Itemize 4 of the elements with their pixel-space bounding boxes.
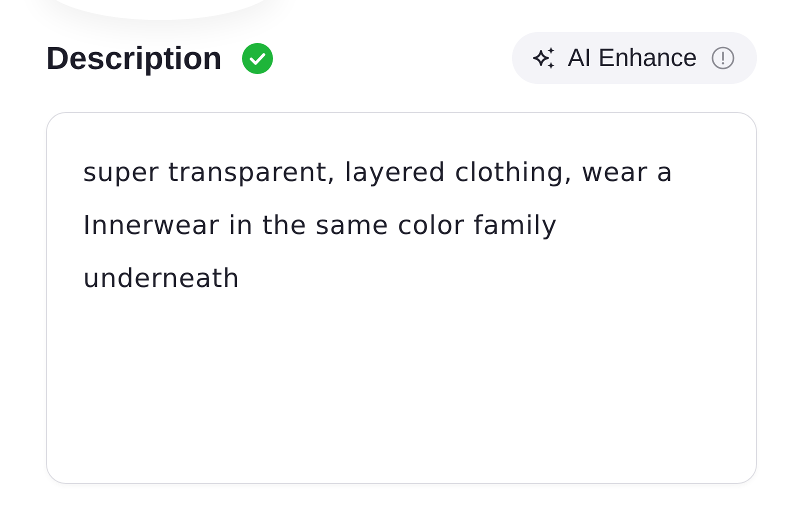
info-icon[interactable] xyxy=(711,46,735,70)
ai-enhance-button[interactable]: AI Enhance xyxy=(512,32,757,84)
description-field[interactable]: super transparent, layered clothing, wear a Innerwear in the same color family underneath xyxy=(46,112,757,484)
field-label: Description xyxy=(46,40,222,76)
